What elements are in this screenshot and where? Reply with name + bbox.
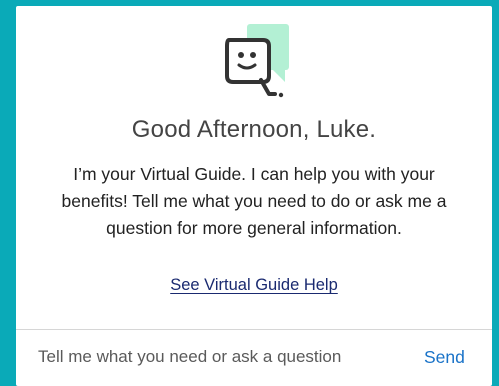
virtual-guide-chat-face-icon [225, 24, 289, 98]
send-button[interactable]: Send [424, 344, 465, 370]
intro-line: benefits! Tell me what you need to do or… [61, 191, 447, 211]
intro-line: I’m your Virtual Guide. I can help you w… [73, 164, 435, 184]
message-input[interactable] [38, 342, 420, 372]
virtual-guide-help-link[interactable]: See Virtual Guide Help [170, 276, 338, 294]
virtual-guide-panel: Good Afternoon, Luke. I’m your Virtual G… [16, 6, 492, 386]
intro-line: question for more general information. [106, 218, 402, 238]
virtual-guide-logo [16, 22, 492, 108]
intro-message: I’m your Virtual Guide. I can help you w… [52, 161, 456, 242]
greeting-heading: Good Afternoon, Luke. [131, 116, 377, 143]
message-composer: Send [16, 330, 492, 386]
help-link-row: See Virtual Guide Help [16, 276, 492, 295]
